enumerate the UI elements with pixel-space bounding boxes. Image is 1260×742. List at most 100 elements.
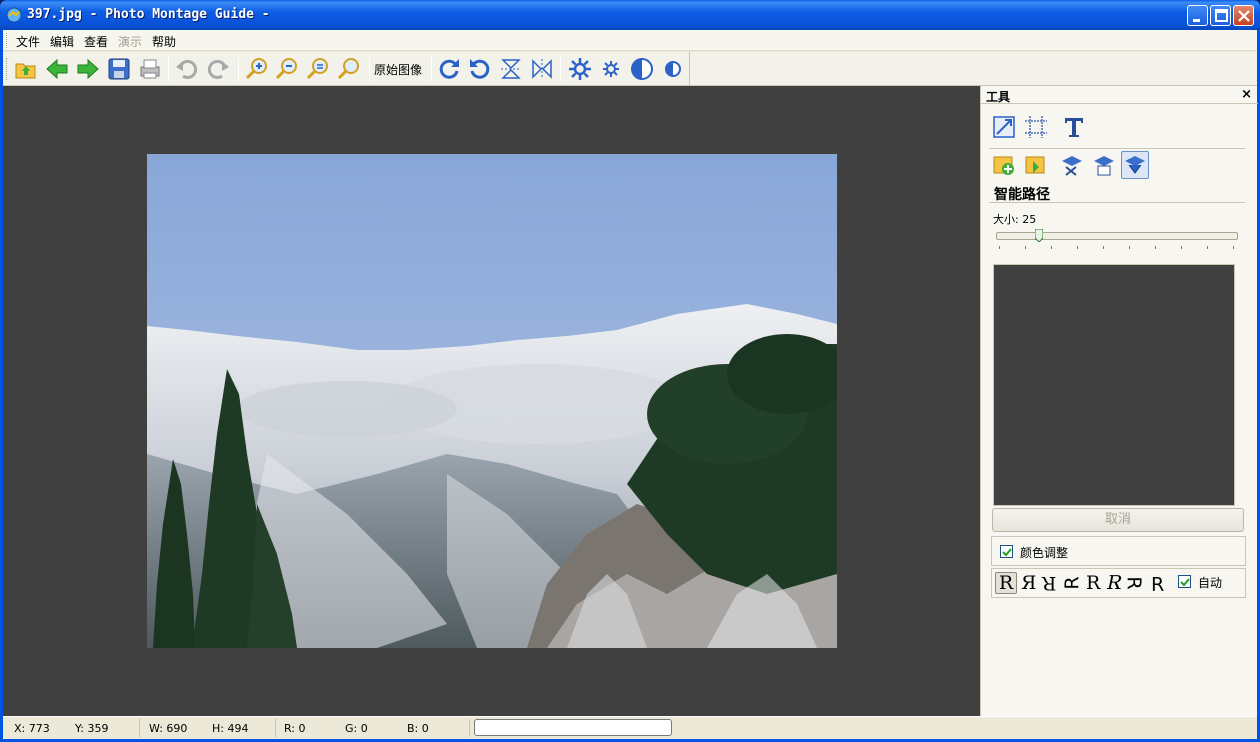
save-button[interactable]	[105, 55, 133, 83]
title-bar[interactable]: 397.jpg - Photo Montage Guide -	[0, 0, 1260, 30]
open-folder-icon	[15, 63, 36, 79]
toolbar-separator	[431, 57, 432, 81]
zoom-actual-icon	[337, 58, 359, 80]
image-workspace[interactable]	[3, 86, 980, 716]
checkmark-icon	[1180, 578, 1190, 587]
add-layer-button[interactable]	[990, 151, 1018, 179]
brightness-up-icon	[569, 58, 591, 80]
resize-tool-button[interactable]	[990, 113, 1018, 141]
forward-arrow-icon	[77, 58, 99, 80]
close-button[interactable]	[1233, 5, 1254, 26]
menu-file[interactable]: 文件	[16, 33, 40, 50]
contrast-up-button[interactable]	[628, 55, 656, 83]
color-adjust-checkbox[interactable]	[1000, 545, 1013, 558]
zoom-out-icon	[275, 58, 297, 80]
zoom-fit-icon	[306, 58, 328, 80]
progress-bar	[474, 719, 672, 736]
text-icon	[1065, 118, 1083, 137]
flip-vertical-button[interactable]	[497, 55, 525, 83]
text-tool-button[interactable]	[1060, 113, 1088, 141]
orientation-rotate90[interactable]: ꓤ	[1060, 576, 1082, 589]
orientation-variant-5[interactable]: R	[1086, 573, 1100, 593]
orientation-normal[interactable]: R	[995, 572, 1017, 594]
redo-button[interactable]	[204, 55, 232, 83]
zoom-fit-button[interactable]	[304, 55, 332, 83]
save-icon	[108, 58, 130, 80]
open-button[interactable]	[12, 55, 40, 83]
contrast-down-icon	[665, 61, 681, 77]
zoom-out-button[interactable]	[273, 55, 301, 83]
menubar-grip[interactable]	[6, 33, 9, 48]
size-label: 大小: 25	[993, 213, 1037, 226]
forward-button[interactable]	[74, 55, 102, 83]
smart-path-icon	[1125, 156, 1145, 174]
photo-canvas[interactable]	[147, 154, 837, 648]
size-slider-thumb[interactable]	[1035, 229, 1043, 242]
rotate-ccw-button[interactable]	[466, 55, 494, 83]
erase-mask-button[interactable]	[1058, 151, 1086, 179]
rotate-cw-icon	[439, 59, 459, 79]
status-blue: B: 0	[407, 722, 429, 735]
auto-label: 自动	[1198, 576, 1223, 590]
panel-close-icon[interactable]: ×	[1241, 87, 1252, 102]
crop-icon	[1025, 116, 1047, 138]
back-arrow-icon	[46, 58, 68, 80]
brightness-down-button[interactable]	[597, 55, 625, 83]
rotate-cw-button[interactable]	[435, 55, 463, 83]
zoom-actual-button[interactable]	[335, 55, 363, 83]
orientation-variant-8[interactable]: ꓤ	[1151, 572, 1164, 594]
status-separator	[275, 719, 276, 737]
zoom-in-button[interactable]	[243, 55, 271, 83]
original-image-button[interactable]: 原始图像	[374, 61, 422, 78]
window-title: 397.jpg - Photo Montage Guide -	[27, 7, 270, 22]
checkmark-icon	[1002, 548, 1012, 557]
auto-checkbox[interactable]	[1178, 575, 1191, 588]
contrast-up-icon	[631, 58, 653, 80]
insert-image-icon	[1025, 156, 1045, 174]
menu-slideshow[interactable]: 演示	[118, 33, 142, 50]
zoom-in-icon	[245, 58, 267, 80]
status-bar: X: 773 Y: 359 W: 690 H: 494 R: 0 G: 0 B:…	[3, 716, 1257, 739]
color-adjust-label: 颜色调整	[1020, 546, 1069, 560]
insert-layer-button[interactable]	[1022, 151, 1050, 179]
orientation-mirror[interactable]: Я	[1021, 573, 1036, 593]
maximize-icon	[1215, 9, 1228, 22]
undo-button[interactable]	[173, 55, 201, 83]
status-red: R: 0	[284, 722, 306, 735]
menu-help[interactable]: 帮助	[152, 33, 176, 50]
undo-icon	[176, 60, 198, 79]
add-image-icon	[993, 156, 1014, 175]
brightness-up-button[interactable]	[566, 55, 594, 83]
orientation-variant-7[interactable]: ꓤ	[1125, 576, 1147, 589]
size-slider-track[interactable]	[996, 232, 1238, 240]
orientation-rotate180[interactable]: R	[1042, 572, 1056, 594]
toolbar-end	[689, 52, 690, 85]
print-button[interactable]	[136, 55, 164, 83]
crop-tool-button[interactable]	[1022, 113, 1050, 141]
tools-panel: 工具 × 智能路径 大小: 25 取消 颜色调整 R Я R ꓤ R Я ꓤ ꓤ…	[980, 86, 1258, 716]
flip-horizontal-icon	[532, 59, 552, 79]
toolbar-separator	[168, 57, 169, 81]
restore-mask-button[interactable]	[1090, 151, 1118, 179]
toolbar-grip[interactable]	[6, 58, 9, 80]
toolbar-separator	[369, 57, 370, 81]
menu-view[interactable]: 查看	[84, 33, 108, 50]
back-button[interactable]	[43, 55, 71, 83]
flip-vertical-icon	[501, 59, 521, 79]
orientation-variant-6[interactable]: Я	[1105, 572, 1125, 594]
panel-divider	[989, 148, 1245, 149]
minimize-button[interactable]	[1187, 5, 1208, 26]
main-toolbar: 原始图像	[3, 52, 1257, 86]
cancel-button[interactable]: 取消	[992, 508, 1244, 532]
maximize-button[interactable]	[1210, 5, 1231, 26]
orientation-group: R Я R ꓤ R Я ꓤ ꓤ 自动	[991, 568, 1246, 598]
contrast-down-button[interactable]	[659, 55, 687, 83]
brightness-down-icon	[603, 61, 619, 77]
flip-horizontal-button[interactable]	[528, 55, 556, 83]
status-width: W: 690	[149, 722, 188, 735]
smart-path-button[interactable]	[1121, 151, 1149, 179]
menu-edit[interactable]: 编辑	[50, 33, 74, 50]
toolbar-separator	[238, 57, 239, 81]
rotate-ccw-icon	[470, 59, 490, 79]
minimize-icon	[1193, 19, 1200, 22]
